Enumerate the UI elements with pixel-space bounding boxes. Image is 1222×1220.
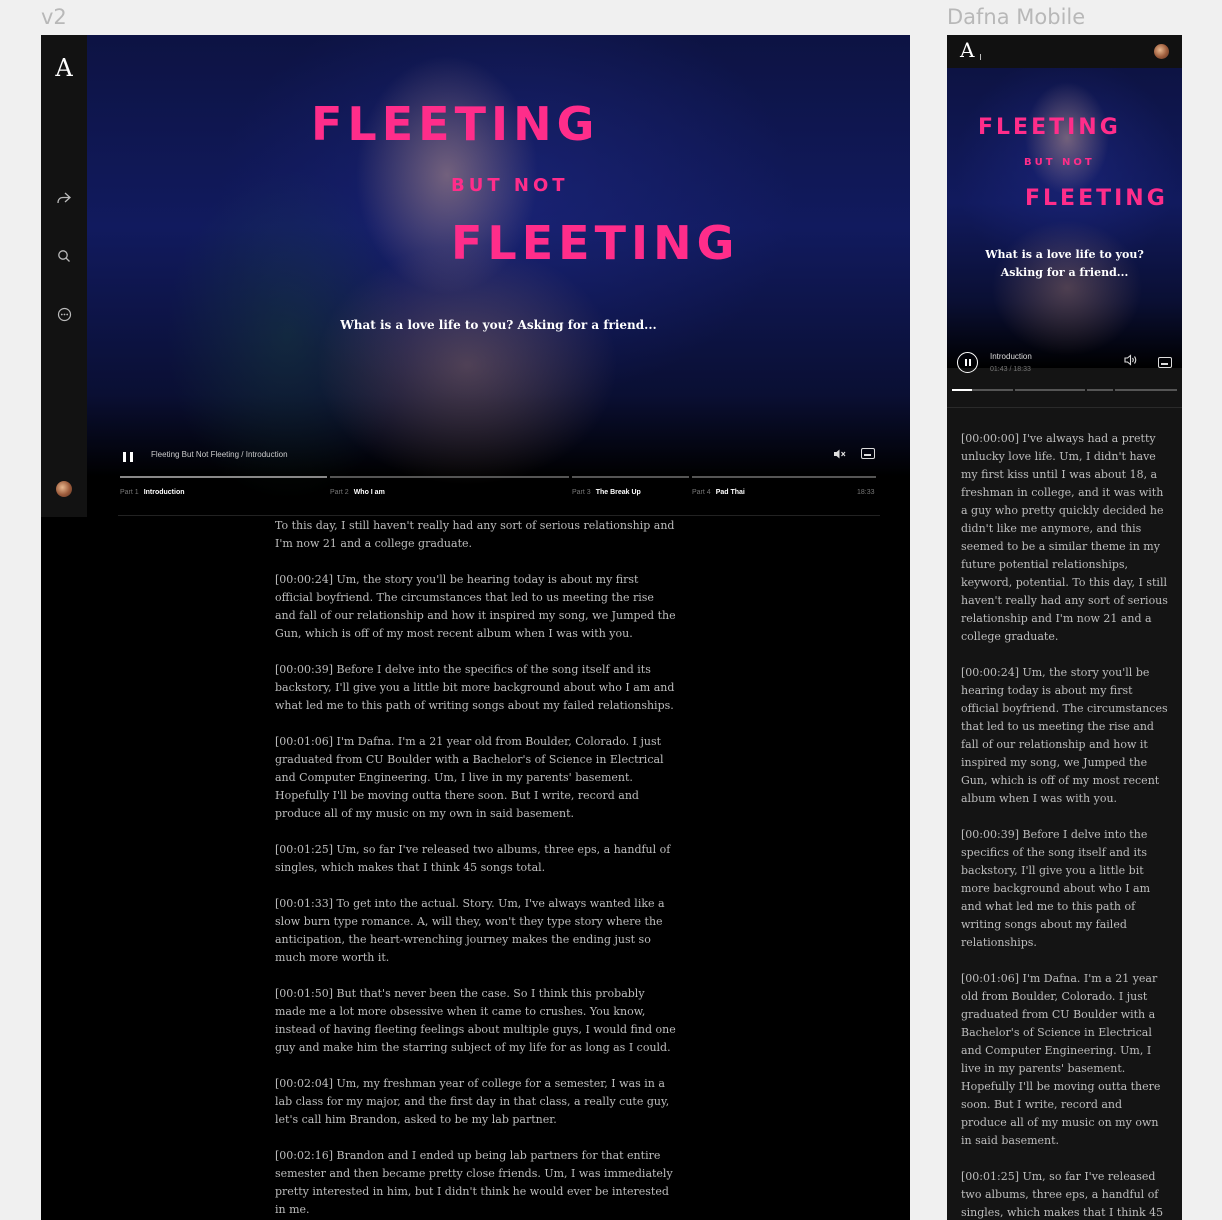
frame-label-mobile: Dafna Mobile — [947, 5, 1086, 29]
pause-button-icon[interactable] — [957, 352, 978, 373]
mobile-divider — [947, 407, 1182, 408]
divider — [118, 515, 880, 516]
sidebar: A — [41, 35, 87, 517]
pause-icon[interactable] — [123, 452, 133, 464]
captions-icon[interactable] — [861, 448, 875, 459]
mobile-hero-tagline-line1: What is a love life to you? — [985, 248, 1144, 261]
transcript-paragraph: [00:01:06] I'm Dafna. I'm a 21 year old … — [275, 735, 664, 820]
mobile-progress-fill — [952, 389, 972, 391]
search-icon[interactable] — [54, 246, 74, 266]
volume-icon[interactable] — [1124, 354, 1138, 369]
mobile-hero-title-line1: FLEETING — [978, 115, 1121, 140]
transcript-paragraph: [00:02:16] Brandon and I ended up being … — [275, 1149, 673, 1216]
player-track-title: Fleeting But Not Fleeting / Introduction — [151, 450, 288, 459]
transcript-paragraph: [00:01:33] To get into the actual. Story… — [275, 897, 665, 964]
transcript-paragraph: [00:00:00] I've always had a pretty unlu… — [961, 432, 1168, 643]
transcript-paragraph: [00:00:24] Um, the story you'll be heari… — [961, 666, 1168, 805]
transcript-paragraph: [00:01:25] Um, so far I've released two … — [961, 1170, 1164, 1219]
mobile-progress-segment-4[interactable] — [1115, 389, 1177, 391]
hero-title-line1: FLEETING — [311, 97, 600, 151]
transcript-paragraph: [00:00:24] Um, the story you'll be heari… — [275, 573, 676, 640]
more-icon[interactable] — [54, 304, 74, 324]
transcript-paragraph: To this day, I still haven't really had … — [275, 519, 675, 550]
hero-title-line3: FLEETING — [451, 216, 740, 270]
chapter-part4[interactable]: Part 4 Pad Thai — [692, 489, 745, 496]
mobile-hero-tagline-line2: Asking for a friend... — [1000, 266, 1129, 279]
transcript: To this day, I still haven't really had … — [275, 517, 677, 1220]
desktop-frame: A FLEETING BUT NOT FLEETING What is a lo… — [41, 35, 910, 1220]
mobile-hero-title-line2: BUT NOT — [1024, 157, 1095, 168]
mobile-hero-title-line3: FLEETING — [1025, 186, 1168, 211]
transcript-paragraph: [00:01:25] Um, so far I've released two … — [275, 843, 671, 874]
chapter-part1[interactable]: Part 1 Introduction — [120, 489, 185, 496]
chapter-part3[interactable]: Part 3 The Break Up — [572, 489, 641, 496]
progress-segment-3[interactable] — [572, 476, 689, 478]
mobile-hero-banner: FLEETING BUT NOT FLEETING What is a love… — [947, 68, 1182, 368]
mobile-top-bar: A — [947, 35, 1182, 68]
mobile-playback-time: 01:43 / 18:33 — [990, 366, 1031, 373]
transcript-paragraph: [00:00:39] Before I delve into the speci… — [961, 828, 1151, 949]
mobile-progress-segment-2[interactable] — [1015, 389, 1085, 391]
transcript-paragraph: [00:00:39] Before I delve into the speci… — [275, 663, 675, 712]
progress-segment-4[interactable] — [692, 476, 876, 478]
mute-icon[interactable] — [833, 448, 846, 463]
mobile-progress-segment-1[interactable] — [952, 389, 1013, 391]
avatar[interactable] — [56, 481, 72, 497]
logo-cursor — [980, 54, 981, 60]
mobile-avatar[interactable] — [1154, 44, 1169, 59]
transcript-paragraph: [00:01:06] I'm Dafna. I'm a 21 year old … — [961, 972, 1161, 1147]
transcript-paragraph: [00:01:50] But that's never been the cas… — [275, 987, 676, 1054]
hero-tagline: What is a love life to you? Asking for a… — [340, 318, 657, 332]
progress-segment-1[interactable] — [120, 476, 327, 478]
audio-player: Fleeting But Not Fleeting / Introduction… — [120, 445, 880, 517]
share-icon[interactable] — [54, 188, 74, 208]
hero-banner: FLEETING BUT NOT FLEETING What is a love… — [87, 35, 910, 515]
mobile-chapter-title: Introduction — [990, 352, 1032, 361]
mobile-logo[interactable]: A — [960, 38, 974, 62]
mobile-frame: A FLEETING BUT NOT FLEETING What is a lo… — [947, 35, 1182, 1220]
mobile-progress-segment-3[interactable] — [1087, 389, 1113, 391]
transcript-paragraph: [00:02:04] Um, my freshman year of colle… — [275, 1077, 670, 1126]
total-duration: 18:33 — [857, 489, 875, 496]
mobile-captions-icon[interactable] — [1158, 357, 1172, 368]
progress-segment-2[interactable] — [330, 476, 569, 478]
mobile-audio-player: Introduction 01:43 / 18:33 — [947, 350, 1182, 410]
frame-label-v2: v2 — [41, 5, 67, 29]
mobile-transcript: [00:00:00] I've always had a pretty unlu… — [961, 430, 1171, 1220]
logo[interactable]: A — [54, 54, 74, 82]
chapter-part2[interactable]: Part 2 Who I am — [330, 489, 385, 496]
hero-title-line2: BUT NOT — [451, 175, 569, 196]
